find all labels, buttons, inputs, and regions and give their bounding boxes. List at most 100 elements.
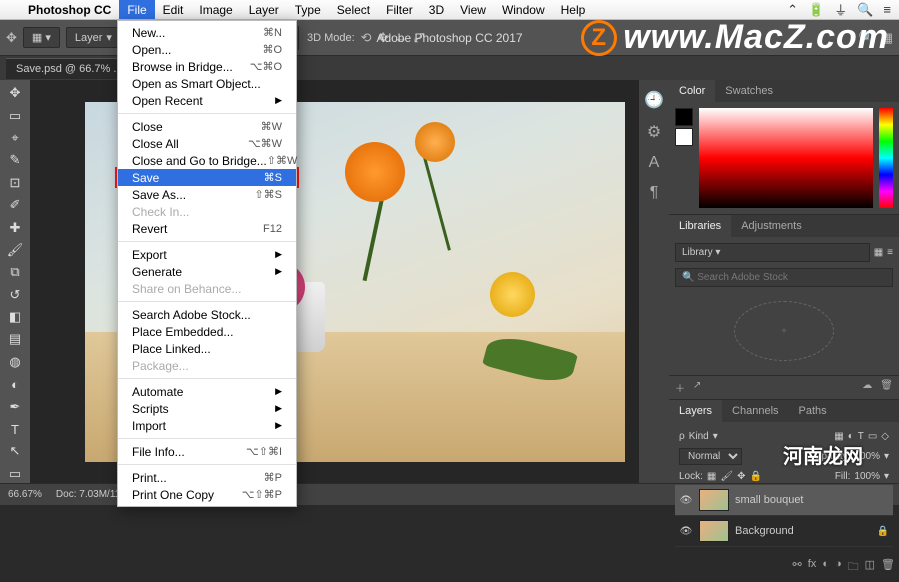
- crop-tool[interactable]: ⊡: [3, 174, 27, 192]
- dodge-tool[interactable]: ◐: [3, 375, 27, 393]
- tab-swatches[interactable]: Swatches: [715, 80, 783, 102]
- menubar-item-select[interactable]: Select: [329, 0, 378, 19]
- tab-layers[interactable]: Layers: [669, 400, 722, 422]
- pen-tool[interactable]: ✒: [3, 397, 27, 415]
- menu-item-place-embedded[interactable]: Place Embedded...: [118, 323, 296, 340]
- type-tool[interactable]: T: [3, 420, 27, 438]
- brush-tool[interactable]: 🖌: [3, 241, 27, 259]
- menu-item-import[interactable]: Import▶: [118, 417, 296, 434]
- lock-all-icon[interactable]: 🔒: [749, 471, 761, 482]
- menubar-item-filter[interactable]: Filter: [378, 0, 421, 19]
- tab-paths[interactable]: Paths: [789, 400, 837, 422]
- color-spectrum[interactable]: [699, 108, 873, 208]
- lasso-tool[interactable]: ⌖: [3, 129, 27, 147]
- library-selector[interactable]: Library ▾: [675, 243, 870, 262]
- layer-row[interactable]: 👁 small bouquet: [675, 485, 893, 516]
- lock-position-icon[interactable]: ✥: [737, 471, 745, 482]
- menu-item-revert[interactable]: RevertF12: [118, 220, 296, 237]
- menu-item-generate[interactable]: Generate▶: [118, 263, 296, 280]
- menu-item-open[interactable]: Open...⌘O: [118, 41, 296, 58]
- tab-adjustments[interactable]: Adjustments: [731, 215, 812, 237]
- visibility-icon[interactable]: 👁: [679, 495, 693, 506]
- menu-item-file-info[interactable]: File Info...⌥⇧⌘I: [118, 443, 296, 460]
- filter-smart-icon[interactable]: ◇: [881, 431, 889, 442]
- adjustment-layer-icon[interactable]: ◑: [835, 558, 842, 577]
- paragraph-panel-icon[interactable]: ¶: [650, 184, 659, 202]
- marquee-tool[interactable]: ▭: [3, 106, 27, 124]
- lock-transparency-icon[interactable]: ▦: [707, 471, 716, 482]
- clone-stamp-tool[interactable]: ⧉: [3, 263, 27, 281]
- path-select-tool[interactable]: ↖: [3, 442, 27, 460]
- menu-item-print-one-copy[interactable]: Print One Copy⌥⇧⌘P: [118, 486, 296, 503]
- menu-item-save[interactable]: Save⌘S: [118, 169, 296, 186]
- layer-select-dropdown[interactable]: Layer ▾: [66, 27, 121, 48]
- wifi-icon[interactable]: ⏚: [834, 0, 847, 19]
- menu-item-open-as-smart-object[interactable]: Open as Smart Object...: [118, 75, 296, 92]
- history-brush-tool[interactable]: ↺: [3, 286, 27, 304]
- menu-item-save-as[interactable]: Save As...⇧⌘S: [118, 186, 296, 203]
- zoom-level[interactable]: 66.67%: [8, 489, 42, 500]
- move-tool[interactable]: ✥: [3, 84, 27, 102]
- menubar-item-layer[interactable]: Layer: [241, 0, 287, 19]
- tab-color[interactable]: Color: [669, 80, 715, 102]
- tab-channels[interactable]: Channels: [722, 400, 788, 422]
- library-link-icon[interactable]: ↗: [693, 380, 701, 395]
- new-layer-icon[interactable]: ◫: [865, 558, 875, 577]
- menu-item-scripts[interactable]: Scripts▶: [118, 400, 296, 417]
- spotlight-icon[interactable]: 🔍: [857, 2, 873, 18]
- fill-value[interactable]: 100%: [854, 471, 880, 482]
- menu-item-search-adobe-stock[interactable]: Search Adobe Stock...: [118, 306, 296, 323]
- lock-pixels-icon[interactable]: 🖌: [720, 471, 733, 482]
- menubar-item-type[interactable]: Type: [287, 0, 329, 19]
- layer-row[interactable]: 👁 Background 🔒: [675, 516, 893, 547]
- group-icon[interactable]: 🗀: [848, 558, 859, 577]
- library-search-input[interactable]: 🔍 Search Adobe Stock: [675, 268, 893, 287]
- rectangle-tool[interactable]: ▭: [3, 465, 27, 483]
- tab-libraries[interactable]: Libraries: [669, 215, 731, 237]
- library-menu-icon[interactable]: ≡: [887, 247, 893, 258]
- foreground-color-chip[interactable]: [675, 108, 693, 126]
- background-color-chip[interactable]: [675, 128, 693, 146]
- layer-name[interactable]: small bouquet: [735, 494, 889, 506]
- library-stock-icon[interactable]: ☁: [862, 380, 872, 395]
- menu-item-automate[interactable]: Automate▶: [118, 383, 296, 400]
- menu-item-export[interactable]: Export▶: [118, 246, 296, 263]
- layer-thumbnail[interactable]: [699, 520, 729, 542]
- menubar-item-view[interactable]: View: [452, 0, 494, 19]
- menubar-item-edit[interactable]: Edit: [155, 0, 192, 19]
- library-trash-icon[interactable]: 🗑: [880, 380, 893, 395]
- character-panel-icon[interactable]: A: [649, 154, 660, 172]
- layer-mask-icon[interactable]: ◐: [822, 558, 829, 577]
- blend-mode-select[interactable]: Normal: [679, 448, 742, 465]
- history-panel-icon[interactable]: 🕘: [644, 90, 664, 110]
- battery-icon[interactable]: 🔋: [808, 2, 824, 18]
- menu-item-place-linked[interactable]: Place Linked...: [118, 340, 296, 357]
- menu-item-close[interactable]: Close⌘W: [118, 118, 296, 135]
- tool-preset-picker[interactable]: ▦ ▾: [23, 27, 60, 48]
- hue-slider[interactable]: [879, 108, 893, 208]
- 3d-orbit-icon[interactable]: ⟲: [361, 30, 372, 46]
- menubar-item-image[interactable]: Image: [191, 0, 240, 19]
- library-drop-zone[interactable]: +: [734, 301, 834, 361]
- gradient-tool[interactable]: ▤: [3, 330, 27, 348]
- layer-thumbnail[interactable]: [699, 489, 729, 511]
- properties-panel-icon[interactable]: ⚙: [647, 122, 661, 142]
- menu-item-new[interactable]: New...⌘N: [118, 24, 296, 41]
- document-tab[interactable]: Save.psd @ 66.7% ...: [6, 58, 133, 79]
- layer-name[interactable]: Background: [735, 525, 871, 537]
- delete-layer-icon[interactable]: 🗑: [881, 558, 895, 577]
- menu-item-browse-in-bridge[interactable]: Browse in Bridge...⌥⌘O: [118, 58, 296, 75]
- library-view-icon[interactable]: ▦: [874, 247, 883, 258]
- menubar-item-window[interactable]: Window: [494, 0, 553, 19]
- eraser-tool[interactable]: ◧: [3, 308, 27, 326]
- menu-item-print[interactable]: Print...⌘P: [118, 469, 296, 486]
- layer-style-icon[interactable]: fx: [808, 558, 817, 577]
- bluetooth-icon[interactable]: ⌃: [787, 2, 798, 18]
- filter-shape-icon[interactable]: ▭: [868, 431, 877, 442]
- menu-item-close-and-go-to-bridge[interactable]: Close and Go to Bridge...⇧⌘W: [118, 152, 296, 169]
- menu-item-open-recent[interactable]: Open Recent▶: [118, 92, 296, 109]
- healing-brush-tool[interactable]: ✚: [3, 218, 27, 236]
- visibility-icon[interactable]: 👁: [679, 526, 693, 537]
- menu-extras-icon[interactable]: ≡: [883, 2, 891, 17]
- menubar-item-help[interactable]: Help: [553, 0, 594, 19]
